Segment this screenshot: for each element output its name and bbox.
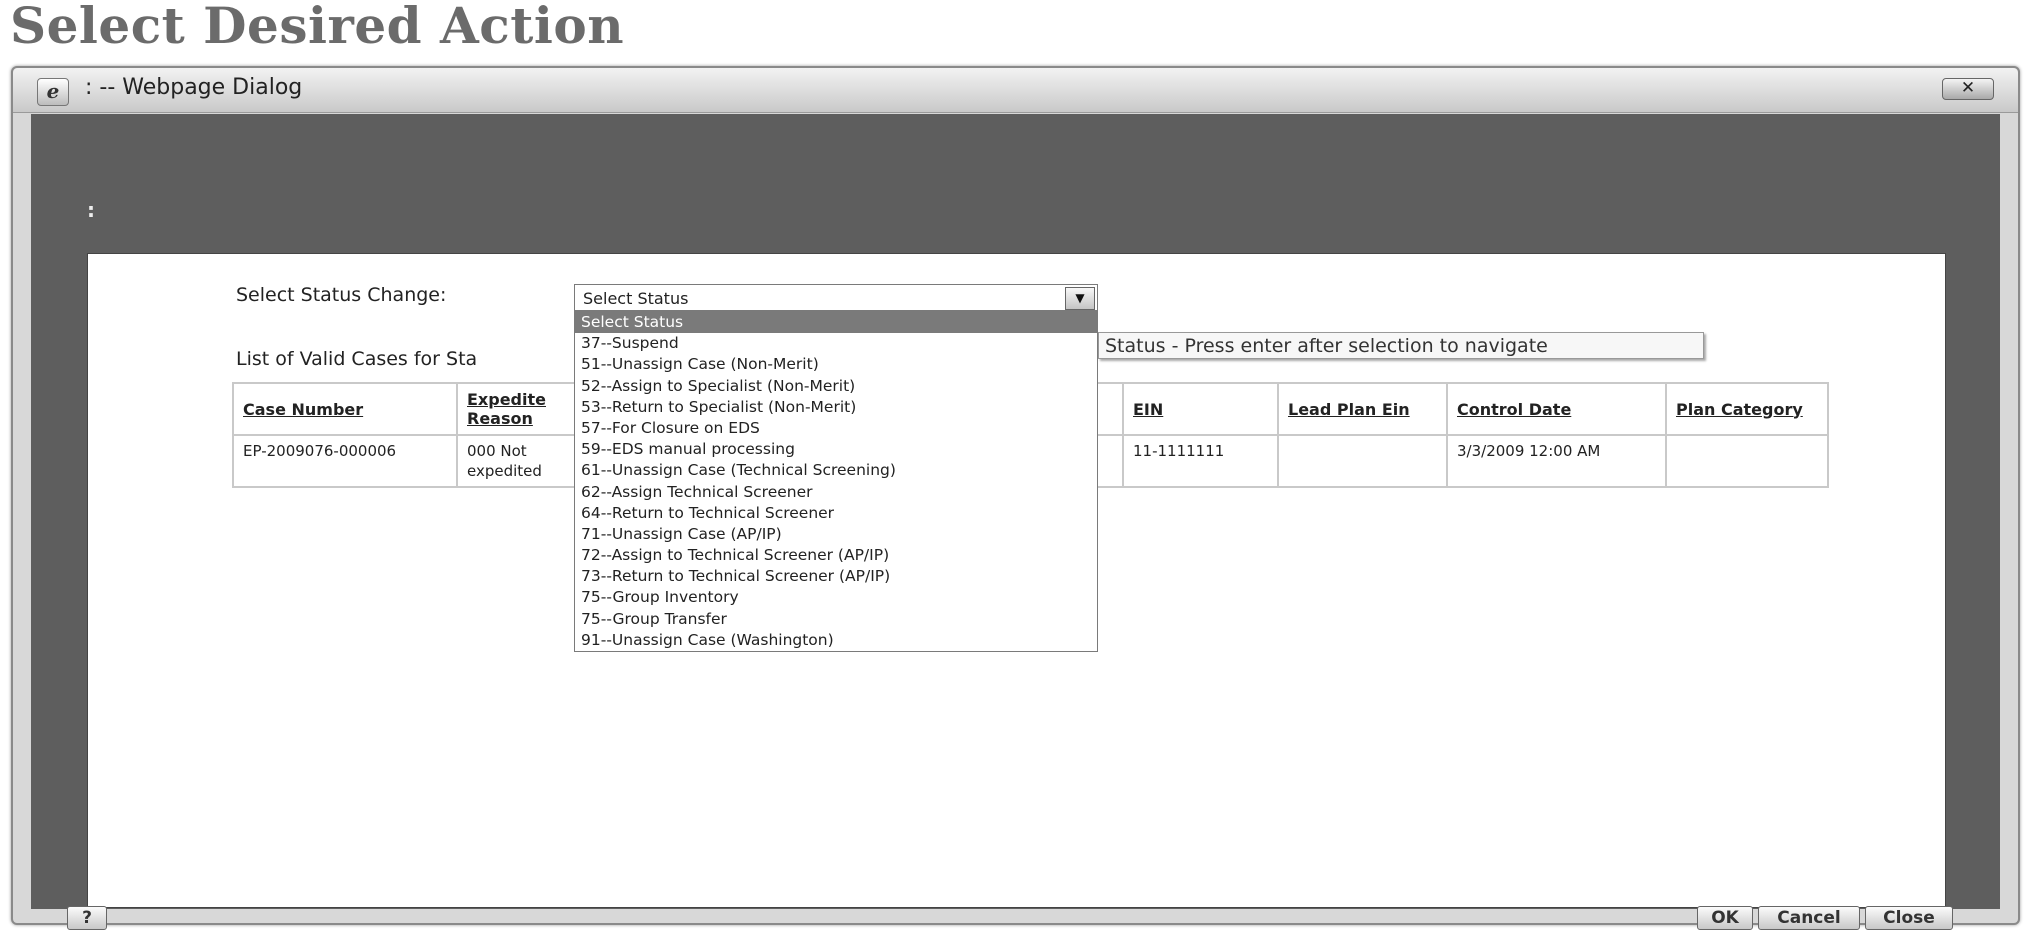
chevron-down-icon[interactable]: ▼ xyxy=(1065,287,1095,310)
content-panel: Select Status Change: Select Status ▼ St… xyxy=(87,253,1946,908)
dropdown-option[interactable]: 75--Group Inventory xyxy=(575,587,1097,608)
status-select[interactable]: Select Status ▼ xyxy=(574,284,1098,311)
column-header-expedite-reason[interactable]: Expedite Reason xyxy=(456,382,576,436)
dropdown-option[interactable]: Select Status xyxy=(575,312,1097,334)
dropdown-option[interactable]: 71--Unassign Case (AP/IP) xyxy=(575,524,1097,545)
cancel-button[interactable]: Cancel xyxy=(1758,906,1860,930)
dialog-close-icon[interactable]: ✕ xyxy=(1942,78,1994,100)
help-button[interactable]: ? xyxy=(67,906,107,930)
column-header-ein[interactable]: EIN xyxy=(1122,382,1279,436)
dialog-title: : -- Webpage Dialog xyxy=(85,75,303,100)
dropdown-option[interactable]: 64--Return to Technical Screener xyxy=(575,503,1097,524)
dropdown-option[interactable]: 59--EDS manual processing xyxy=(575,439,1097,460)
cell-plan-category xyxy=(1665,434,1829,488)
status-dropdown-list: Select Status 37--Suspend 51--Unassign Cas… xyxy=(574,311,1098,652)
dropdown-option[interactable]: 62--Assign Technical Screener xyxy=(575,482,1097,503)
cell-case-number: EP-2009076-000006 xyxy=(232,434,458,488)
cell-lead-plan-ein xyxy=(1277,434,1448,488)
dropdown-option[interactable]: 52--Assign to Specialist (Non-Merit) xyxy=(575,376,1097,397)
ok-button[interactable]: OK xyxy=(1697,906,1753,930)
dropdown-option[interactable]: 53--Return to Specialist (Non-Merit) xyxy=(575,397,1097,418)
cell-expedite-reason: 000 Not expedited xyxy=(456,434,576,488)
dropdown-option[interactable]: 75--Group Transfer xyxy=(575,609,1097,630)
dropdown-option[interactable]: 51--Unassign Case (Non-Merit) xyxy=(575,354,1097,375)
status-change-label: Select Status Change: xyxy=(236,284,447,306)
dialog-titlebar[interactable]: e : -- Webpage Dialog ✕ xyxy=(13,68,2018,113)
dropdown-option[interactable]: 73--Return to Technical Screener (AP/IP) xyxy=(575,566,1097,587)
column-header-lead-plan-ein[interactable]: Lead Plan Ein xyxy=(1277,382,1448,436)
column-header-control-date[interactable]: Control Date xyxy=(1446,382,1667,436)
cell-control-date: 3/3/2009 12:00 AM xyxy=(1446,434,1667,488)
close-button[interactable]: Close xyxy=(1865,906,1953,930)
dropdown-option[interactable]: 91--Unassign Case (Washington) xyxy=(575,630,1097,651)
cell-ein: 11-1111111 xyxy=(1122,434,1279,488)
status-select-value: Select Status xyxy=(583,289,689,308)
status-tooltip: Status - Press enter after selection to … xyxy=(1098,332,1704,359)
page-title: Select Desired Action xyxy=(10,0,625,55)
internet-explorer-icon: e xyxy=(37,78,69,106)
column-header-case-number[interactable]: Case Number xyxy=(232,382,458,436)
dialog-body: : Select Status Change: Select Status ▼ … xyxy=(31,114,2000,930)
dropdown-option[interactable]: 61--Unassign Case (Technical Screening) xyxy=(575,460,1097,481)
column-header-plan-category[interactable]: Plan Category xyxy=(1665,382,1829,436)
dropdown-option[interactable]: 72--Assign to Technical Screener (AP/IP) xyxy=(575,545,1097,566)
dialog-top-label: : xyxy=(87,198,95,222)
dropdown-option[interactable]: 57--For Closure on EDS xyxy=(575,418,1097,439)
webpage-dialog: e : -- Webpage Dialog ✕ : Select Status … xyxy=(11,66,2020,930)
valid-cases-heading: List of Valid Cases for Sta xyxy=(236,348,478,370)
dropdown-option[interactable]: 37--Suspend xyxy=(575,333,1097,354)
